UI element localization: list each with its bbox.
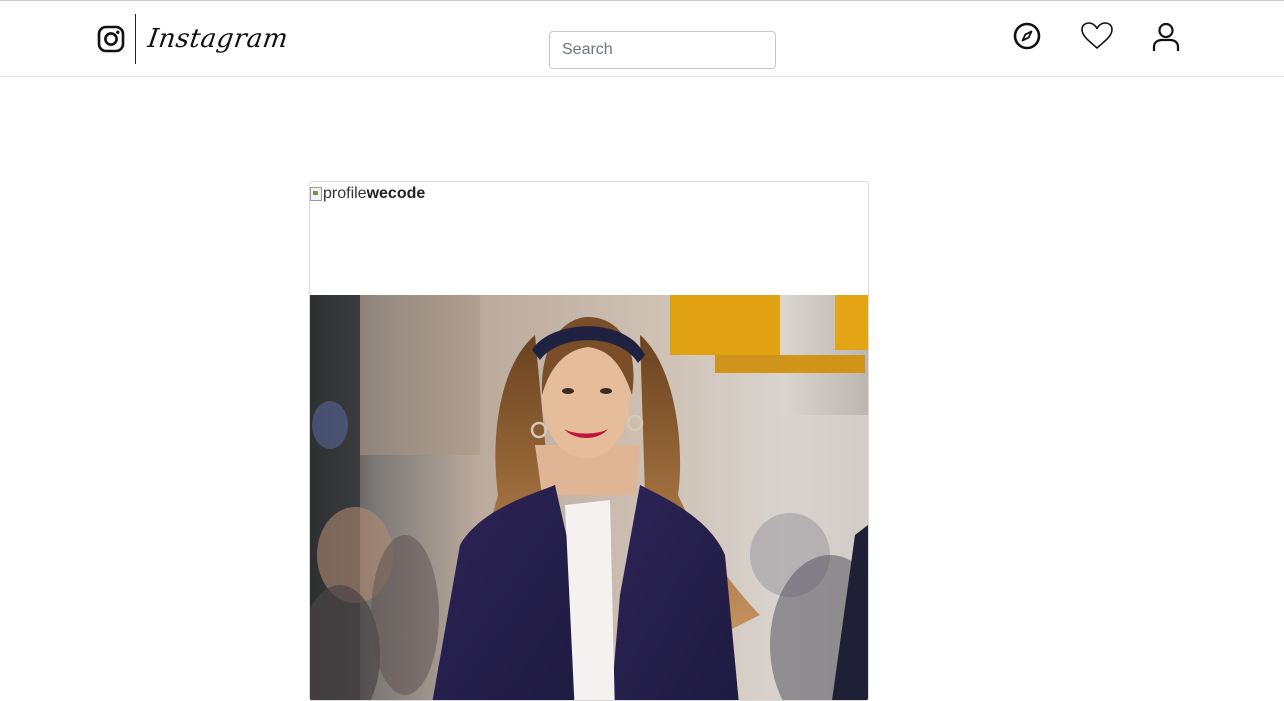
explore-compass-icon[interactable]	[1012, 21, 1042, 51]
post-username[interactable]: wecode	[367, 185, 426, 203]
post-author[interactable]: profile wecode	[310, 185, 425, 203]
profile-icon[interactable]	[1150, 21, 1182, 53]
post-header: profile wecode	[310, 182, 868, 295]
instagram-wordmark: Instagram	[145, 24, 291, 54]
search-input[interactable]	[549, 31, 776, 69]
avatar: profile	[323, 185, 367, 202]
broken-image-icon	[310, 187, 322, 201]
brand[interactable]: Instagram	[97, 14, 291, 64]
brand-divider	[135, 14, 136, 64]
post-card: profile wecode	[309, 181, 869, 701]
top-navigation-bar: Instagram	[0, 0, 1284, 77]
heart-icon[interactable]	[1080, 21, 1114, 51]
instagram-logo-icon	[97, 25, 125, 53]
post-photo[interactable]	[310, 295, 868, 700]
